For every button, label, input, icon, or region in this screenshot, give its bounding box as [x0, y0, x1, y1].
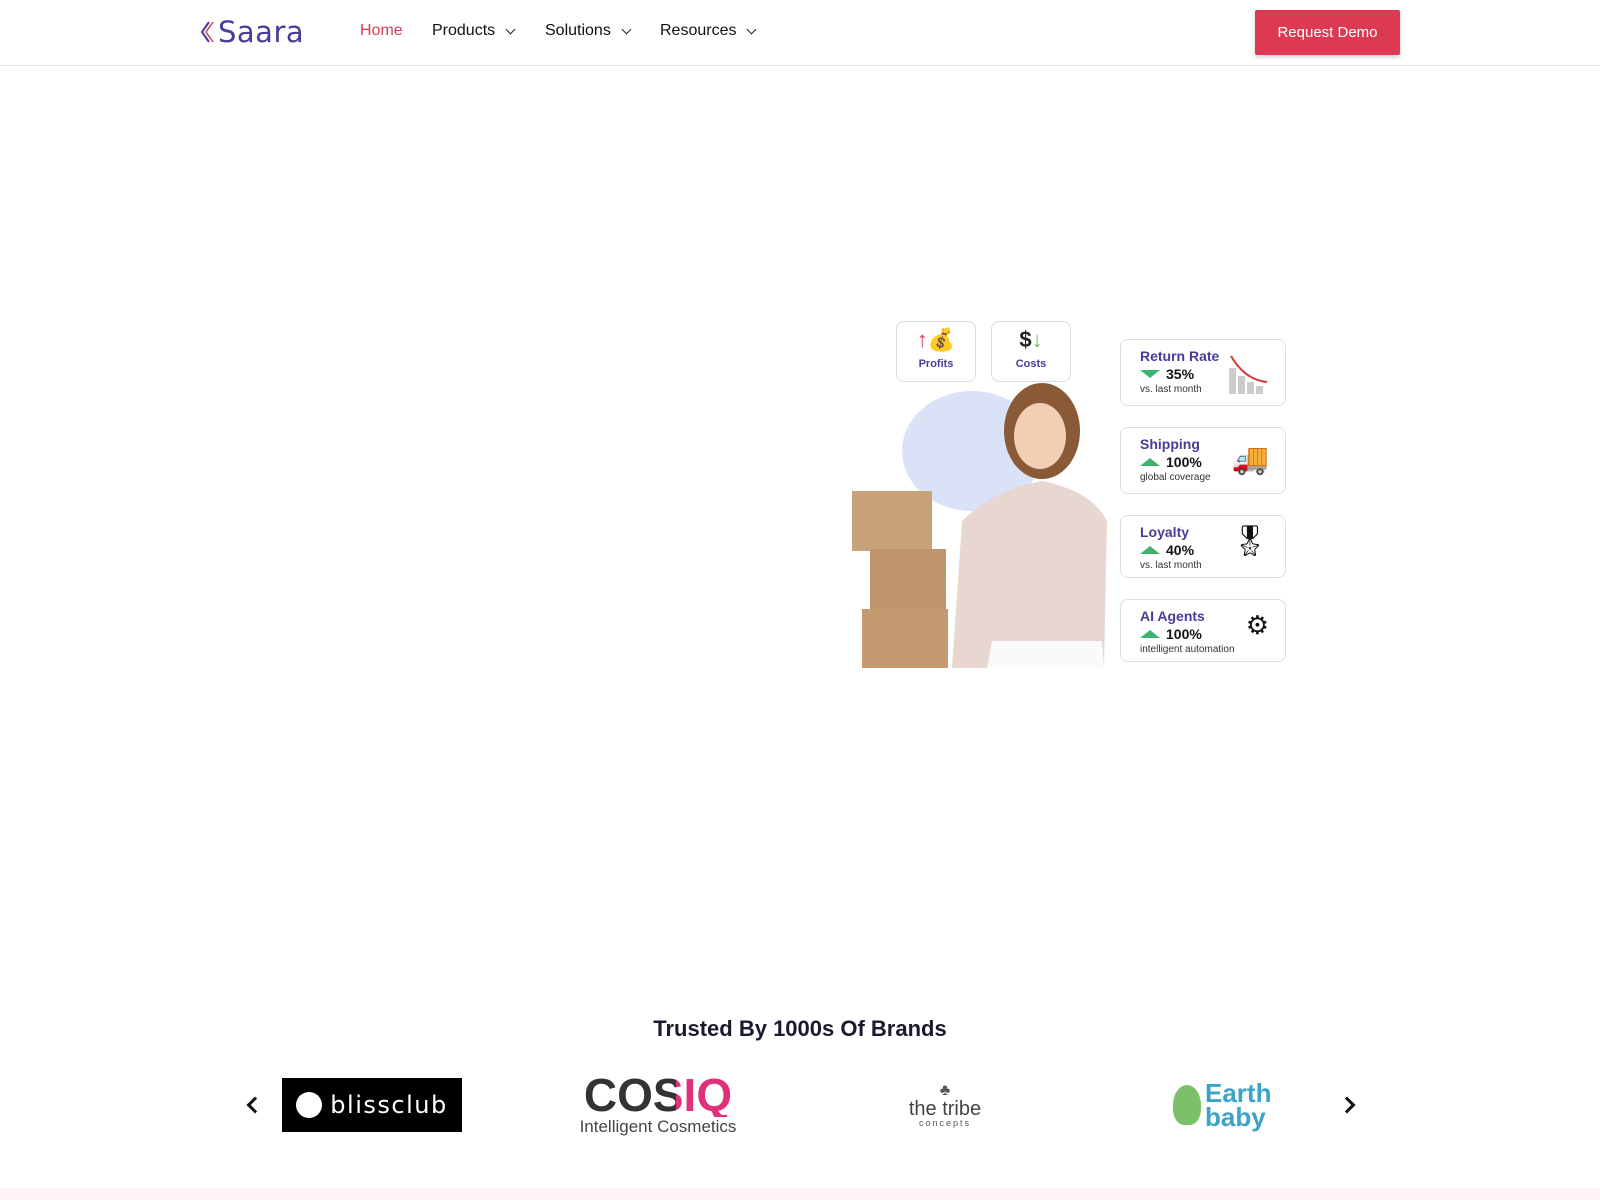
footer-strip: [0, 1188, 1600, 1200]
nav-products[interactable]: Products: [432, 22, 516, 40]
brand-logo-the-tribe: ♣ the tribe concepts: [890, 1075, 1000, 1135]
logo-text: Saara: [218, 15, 305, 49]
arrow-up-icon: [1140, 630, 1160, 638]
chevron-down-icon: [621, 24, 632, 34]
brand-name: Earth baby: [1205, 1078, 1272, 1132]
request-demo-button[interactable]: Request Demo: [1255, 10, 1400, 55]
brand-name: the tribe: [908, 1098, 982, 1120]
card-subtitle: intelligent automation: [1140, 644, 1235, 655]
brand-logo-earth-baby: Earth baby: [1170, 1075, 1280, 1135]
hero-illustration: ↑ 💰 Profits $ ↓ Costs Return Rate 35% vs. …: [852, 321, 1286, 668]
nav-solutions[interactable]: Solutions: [545, 22, 632, 40]
arrow-up-icon: [1140, 546, 1160, 554]
profits-badge: ↑ 💰 Profits: [896, 321, 976, 382]
loyalty-card: Loyalty 40% vs. last month 🎖: [1120, 515, 1286, 578]
badge-label: Profits: [918, 358, 954, 370]
card-value: 35%: [1166, 366, 1195, 382]
chevron-down-icon: [747, 24, 757, 34]
blissclub-mark-icon: [296, 1092, 323, 1118]
declining-chart-icon: [1229, 355, 1268, 394]
brand-logo-cosiq: COSIQ Intelligent Cosmetics: [568, 1069, 748, 1136]
nav-home[interactable]: Home: [360, 22, 403, 40]
money-bag-up-icon: ↑ 💰: [916, 327, 956, 352]
brand-tagline: Intelligent Cosmetics: [579, 1117, 737, 1136]
saara-logo[interactable]: Saara: [200, 14, 304, 50]
nav-resources[interactable]: Resources: [660, 22, 757, 40]
brand-logo-blissclub: blissclub: [282, 1078, 462, 1132]
top-navbar: Saara Home Products Solutions Resources …: [0, 0, 1600, 66]
carousel-prev-button[interactable]: [243, 1094, 263, 1114]
dollar-down-icon: $ ↓: [1019, 327, 1043, 352]
ai-agents-card: AI Agents 100% intelligent automation ⚙: [1120, 599, 1286, 662]
nav-label: Products: [432, 22, 496, 39]
delivery-truck-globe-icon: 🚚: [1231, 443, 1269, 476]
badge-label: Costs: [1015, 358, 1047, 370]
card-subtitle: vs. last month: [1140, 560, 1202, 571]
nav-label: Resources: [660, 22, 737, 39]
logo-mark-icon: [200, 21, 214, 43]
card-value: 100%: [1166, 626, 1202, 642]
costs-badge: $ ↓ Costs: [991, 321, 1071, 382]
brand-name: blissclub: [330, 1091, 448, 1119]
nav-label: Solutions: [545, 22, 611, 39]
carousel-next-button[interactable]: [1339, 1094, 1359, 1114]
trusted-heading: Trusted By 1000s Of Brands: [653, 1016, 947, 1041]
brand-tagline: concepts: [918, 1118, 972, 1128]
woman-with-boxes-image: [852, 383, 1107, 668]
card-value: 100%: [1166, 454, 1202, 470]
award-ribbon-icon: 🎖: [1230, 525, 1269, 558]
shipping-card: Shipping 100% global coverage 🚚: [1120, 427, 1286, 494]
leaf-icon: [1173, 1085, 1201, 1125]
arrow-down-icon: [1140, 370, 1160, 378]
ai-chip-gear-icon: ⚙: [1245, 610, 1269, 640]
arrow-up-icon: [1140, 458, 1160, 466]
return-rate-card: Return Rate 35% vs. last month: [1120, 339, 1286, 406]
brand-name: COSIQ: [583, 1069, 733, 1121]
nav-label: Home: [360, 22, 403, 39]
chevron-down-icon: [505, 24, 516, 34]
card-value: 40%: [1166, 542, 1195, 558]
